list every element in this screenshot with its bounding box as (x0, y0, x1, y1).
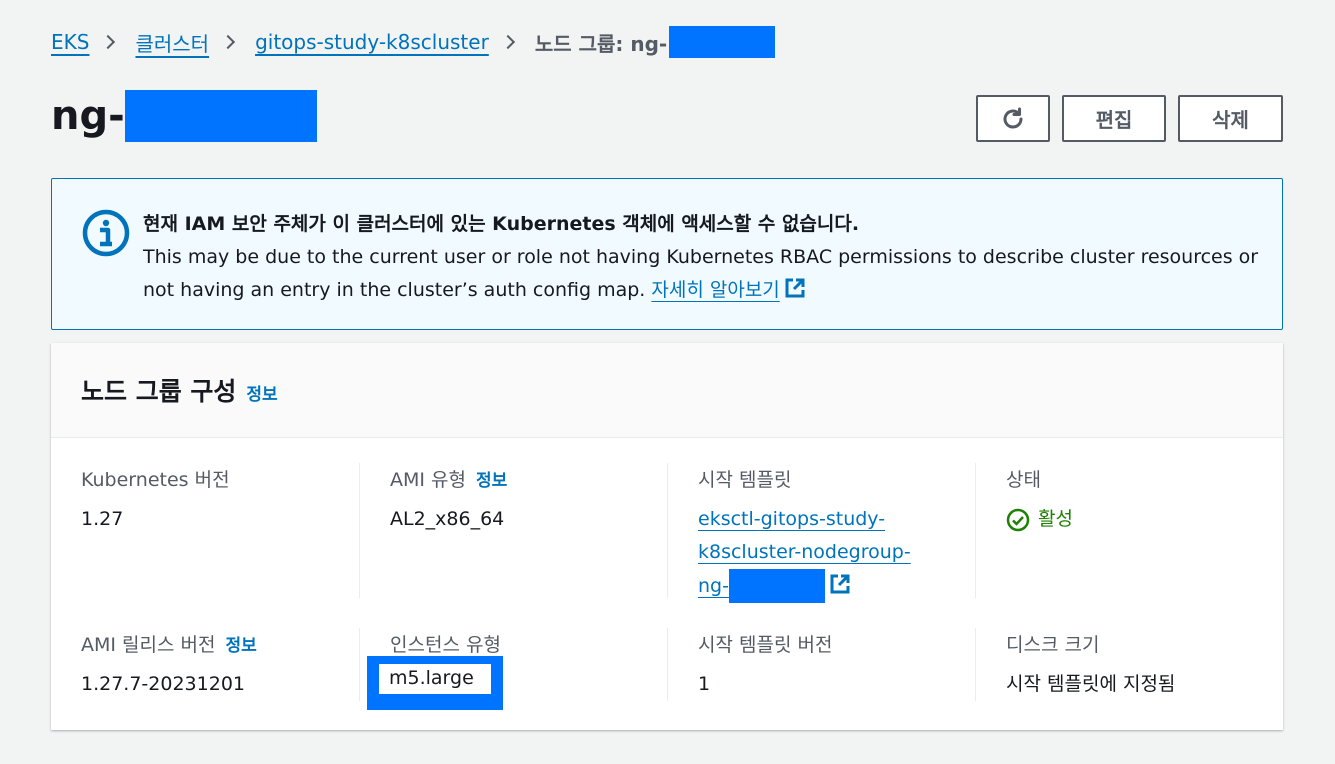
info-link[interactable]: 정보 (225, 636, 256, 656)
info-icon (82, 209, 130, 257)
field-instance-type: 인스턴스 유형 (390, 630, 670, 658)
panel-title-text: 노드 그룹 구성 (81, 377, 237, 406)
field-label: 상태 (1006, 469, 1041, 491)
field-label: 시작 템플릿 버전 (698, 634, 833, 656)
field-value: AL2_x86_64 (390, 508, 505, 530)
launch-template-link[interactable]: eksctl-gitops-study-k8scluster-nodegroup… (698, 508, 911, 603)
learn-more-link[interactable]: 자세히 알아보기 (651, 279, 779, 301)
field-value: 시작 템플릿에 지정됨 (1006, 673, 1176, 695)
chevron-right-icon (101, 34, 116, 50)
breadcrumb-current-label: 노드 그룹: ng- (534, 31, 668, 56)
field-label: AMI 유형 정보 (390, 465, 670, 493)
status-text: 활성 (1038, 508, 1073, 530)
panel-title: 노드 그룹 구성 정보 (81, 372, 278, 408)
redaction-box (124, 90, 317, 142)
node-group-config-panel: 노드 그룹 구성 정보 Kubernetes 버전 1.27 AMI 유형 정보 A… (51, 343, 1283, 730)
field-ami-release-version: AMI 릴리스 버전 정보 1.27.7-20231201 (81, 630, 361, 701)
redaction-box (669, 26, 776, 58)
breadcrumb-cluster[interactable]: gitops-study-k8scluster (255, 30, 489, 54)
page-title-text: ng- (51, 93, 125, 139)
alert-body: This may be due to the current user or r… (143, 241, 1263, 307)
alert-title: 현재 IAM 보안 주체가 이 클러스터에 있는 Kubernetes 객체에 … (143, 213, 860, 235)
field-label: 디스크 크기 (1006, 634, 1100, 656)
chevron-right-icon (500, 34, 515, 50)
field-status: 상태 활성 (1006, 465, 1286, 536)
edit-button[interactable]: 편집 (1062, 95, 1166, 142)
panel-header: 노드 그룹 구성 정보 (51, 343, 1283, 438)
field-label: Kubernetes 버전 (81, 469, 230, 491)
field-value: 1.27 (81, 508, 124, 530)
launch-template-line: k8scluster-nodegroup- (698, 541, 911, 563)
refresh-icon (1003, 107, 1023, 128)
launch-template-line: ng- (698, 574, 729, 597)
delete-button[interactable]: 삭제 (1178, 95, 1283, 142)
page-title: ng- (51, 90, 317, 142)
instance-type-highlight: m5.large (367, 656, 503, 710)
field-kubernetes-version: Kubernetes 버전 1.27 (81, 465, 361, 536)
breadcrumb-current: 노드 그룹: ng- (534, 26, 776, 58)
info-link[interactable]: 정보 (476, 471, 507, 491)
info-link[interactable]: 정보 (246, 385, 277, 405)
chevron-right-icon (220, 34, 236, 50)
redaction-box (728, 569, 825, 603)
field-ami-type: AMI 유형 정보 AL2_x86_64 (390, 465, 670, 536)
field-label-text: AMI 유형 (390, 469, 466, 491)
breadcrumb: EKS 클러스터 gitops-study-k8scluster 노드 그룹: … (51, 26, 776, 58)
field-launch-template-version: 시작 템플릿 버전 1 (698, 630, 978, 701)
breadcrumb-eks[interactable]: EKS (51, 30, 89, 54)
field-label: 인스턴스 유형 (390, 634, 501, 656)
external-link-icon (785, 278, 805, 298)
external-link-icon (830, 574, 850, 593)
info-alert: 현재 IAM 보안 주체가 이 클러스터에 있는 Kubernetes 객체에 … (51, 178, 1283, 330)
breadcrumb-clusters[interactable]: 클러스터 (135, 28, 209, 57)
status-value: 활성 (1006, 503, 1286, 536)
field-value: 1.27.7-20231201 (81, 673, 245, 695)
field-value: eksctl-gitops-study-k8scluster-nodegroup… (698, 503, 978, 603)
field-label-text: AMI 릴리스 버전 (81, 634, 216, 656)
field-label: AMI 릴리스 버전 정보 (81, 630, 361, 658)
field-value: m5.large (379, 664, 491, 694)
field-disk-size: 디스크 크기 시작 템플릿에 지정됨 (1006, 630, 1286, 701)
field-label: 시작 템플릿 (698, 469, 792, 491)
field-launch-template: 시작 템플릿 eksctl-gitops-study-k8scluster-no… (698, 465, 978, 603)
refresh-button[interactable] (976, 95, 1050, 142)
check-circle-icon (1006, 508, 1030, 531)
launch-template-line: eksctl-gitops-study- (698, 508, 886, 530)
field-value: 1 (698, 673, 711, 695)
